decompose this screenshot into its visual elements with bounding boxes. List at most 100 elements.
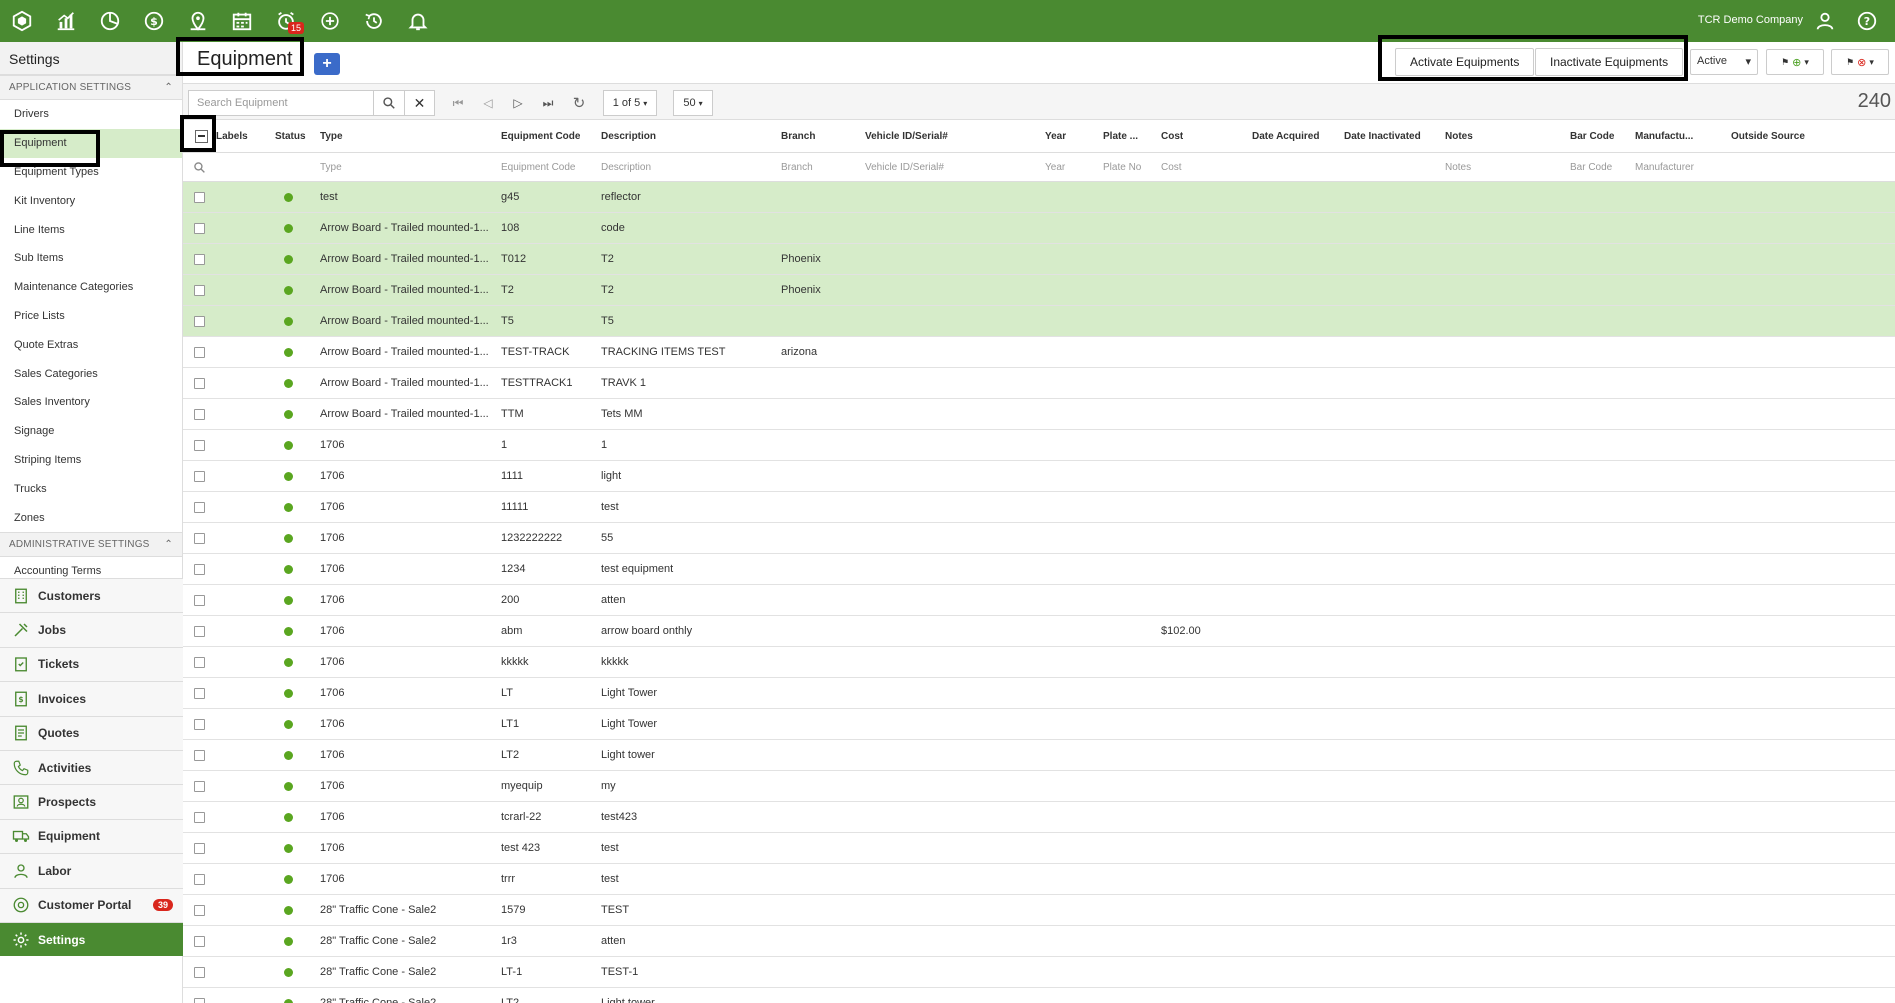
filter-notes[interactable]: Notes [1445, 153, 1525, 181]
module-tickets[interactable]: Tickets [0, 646, 183, 682]
flag-remove-button[interactable]: ⚑ ⊗ ▾ [1831, 49, 1889, 75]
column-header-plate[interactable]: Plate ... [1103, 120, 1138, 152]
column-header-description[interactable]: Description [601, 120, 656, 152]
table-row[interactable]: 1706 tcrarl-22 test423 [183, 802, 1895, 833]
administrative-settings-header[interactable]: ADMINISTRATIVE SETTINGS ⌃ [0, 531, 182, 557]
filter-manufacturer[interactable]: Manufacturer [1635, 153, 1715, 181]
table-row[interactable]: 1706 200 atten [183, 585, 1895, 616]
column-header-type[interactable]: Type [320, 120, 343, 152]
history-icon[interactable] [352, 0, 396, 42]
user-icon[interactable] [1803, 0, 1847, 42]
activate-equipments-button[interactable]: Activate Equipments [1395, 48, 1535, 76]
sidebar-item-striping-items[interactable]: Striping Items [0, 446, 182, 475]
help-icon[interactable]: ? [1845, 0, 1889, 42]
row-checkbox[interactable] [194, 244, 205, 274]
table-row[interactable]: 1706 1232222222 55 [183, 523, 1895, 554]
module-customers[interactable]: Customers [0, 578, 183, 613]
next-page-button[interactable]: ▷ [506, 90, 530, 116]
sidebar-item-sub-items[interactable]: Sub Items [0, 244, 182, 273]
table-row[interactable]: Arrow Board - Trailed mounted-1... TESTTR… [183, 368, 1895, 399]
table-row[interactable]: 1706 kkkkk kkkkk [183, 647, 1895, 678]
sidebar-item-quote-extras[interactable]: Quote Extras [0, 330, 182, 359]
row-checkbox[interactable] [194, 461, 205, 491]
row-checkbox[interactable] [194, 554, 205, 584]
column-header-year[interactable]: Year [1045, 120, 1066, 152]
table-row[interactable]: 1706 trrr test [183, 864, 1895, 895]
column-header-vehicle-id-serial[interactable]: Vehicle ID/Serial# [865, 120, 948, 152]
inactivate-equipments-button[interactable]: Inactivate Equipments [1535, 48, 1684, 76]
row-checkbox[interactable] [194, 399, 205, 429]
row-checkbox[interactable] [194, 275, 205, 305]
filter-type[interactable]: Type [320, 153, 400, 181]
select-all-checkbox[interactable] [195, 120, 208, 152]
table-row[interactable]: 1706 1234 test equipment [183, 554, 1895, 585]
module-invoices[interactable]: $ Invoices [0, 681, 183, 716]
filter-branch[interactable]: Branch [781, 153, 861, 181]
sidebar-item-maintenance-categories[interactable]: Maintenance Categories [0, 273, 182, 302]
page-size-select[interactable]: 50 ▾ [673, 90, 713, 116]
row-checkbox[interactable] [194, 430, 205, 460]
flag-add-button[interactable]: ⚑ ⊕ ▾ [1766, 49, 1824, 75]
table-row[interactable]: Arrow Board - Trailed mounted-1... T5 T5 [183, 306, 1895, 337]
table-row[interactable]: test g45 reflector [183, 182, 1895, 213]
sidebar-item-kit-inventory[interactable]: Kit Inventory [0, 186, 182, 215]
table-row[interactable]: Arrow Board - Trailed mounted-1... TEST-T… [183, 337, 1895, 368]
module-activities[interactable]: Activities [0, 749, 183, 785]
prev-page-button[interactable]: ◁ [476, 90, 500, 116]
application-settings-header[interactable]: APPLICATION SETTINGS ⌃ [0, 75, 182, 100]
add-equipment-button[interactable]: + [314, 53, 340, 75]
column-header-bar-code[interactable]: Bar Code [1570, 120, 1614, 152]
table-row[interactable]: Arrow Board - Trailed mounted-1... T2 T2 Ph… [183, 275, 1895, 306]
row-checkbox[interactable] [194, 492, 205, 522]
module-customer-portal[interactable]: Customer Portal 39 [0, 887, 183, 922]
filter-cost[interactable]: Cost [1161, 153, 1241, 181]
row-checkbox[interactable] [194, 895, 205, 925]
map-pin-icon[interactable] [176, 0, 220, 42]
last-page-button[interactable]: ⏭ [536, 90, 560, 116]
alarm-clock-icon[interactable]: 15 [264, 0, 308, 42]
module-equipment[interactable]: Equipment [0, 818, 183, 854]
search-button[interactable] [373, 90, 405, 116]
table-row[interactable]: 1706 LT Light Tower [183, 678, 1895, 709]
table-row[interactable]: 28" Traffic Cone - Sale2 LT-1 TEST-1 [183, 957, 1895, 988]
row-checkbox[interactable] [194, 523, 205, 553]
table-row[interactable]: 1706 myequip my [183, 771, 1895, 802]
table-row[interactable]: Arrow Board - Trailed mounted-1... 108 cod… [183, 213, 1895, 244]
table-row[interactable]: 1706 LT1 Light Tower [183, 709, 1895, 740]
table-row[interactable]: Arrow Board - Trailed mounted-1... T012 T2… [183, 244, 1895, 275]
table-row[interactable]: 1706 LT2 Light tower [183, 740, 1895, 771]
sidebar-item-zones[interactable]: Zones [0, 503, 182, 532]
company-name[interactable]: TCR Demo Company [1698, 14, 1803, 26]
filter-vehicle-id-serial-[interactable]: Vehicle ID/Serial# [865, 153, 945, 181]
row-checkbox[interactable] [194, 306, 205, 336]
table-row[interactable]: 1706 1 1 [183, 430, 1895, 461]
row-checkbox[interactable] [194, 585, 205, 615]
table-row[interactable]: 28" Traffic Cone - Sale2 LT2 Light tower [183, 988, 1895, 1003]
filter-description[interactable]: Description [601, 153, 681, 181]
row-checkbox[interactable] [194, 709, 205, 739]
row-checkbox[interactable] [194, 957, 205, 987]
sidebar-item-equipment-types[interactable]: Equipment Types [0, 158, 182, 187]
row-checkbox[interactable] [194, 368, 205, 398]
search-input[interactable]: Search Equipment [188, 90, 374, 116]
module-labor[interactable]: Labor [0, 853, 183, 888]
sidebar-item-line-items[interactable]: Line Items [0, 215, 182, 244]
sidebar-item-signage[interactable]: Signage [0, 417, 182, 446]
table-row[interactable]: Arrow Board - Trailed mounted-1... TTM Tet… [183, 399, 1895, 430]
row-checkbox[interactable] [194, 833, 205, 863]
table-row[interactable]: 1706 11111 test [183, 492, 1895, 523]
add-circle-icon[interactable] [308, 0, 352, 42]
row-checkbox[interactable] [194, 337, 205, 367]
module-quotes[interactable]: Quotes [0, 715, 183, 750]
clear-search-button[interactable]: ✕ [404, 90, 435, 116]
app-logo-icon[interactable] [0, 0, 44, 42]
row-checkbox[interactable] [194, 771, 205, 801]
sidebar-item-drivers[interactable]: Drivers [0, 100, 182, 129]
table-row[interactable]: 1706 test 423 test [183, 833, 1895, 864]
column-header-outside-source[interactable]: Outside Source [1731, 120, 1805, 152]
row-checkbox[interactable] [194, 616, 205, 646]
sidebar-item-sales-categories[interactable]: Sales Categories [0, 359, 182, 388]
column-header-manufactu[interactable]: Manufactu... [1635, 120, 1693, 152]
sidebar-item-price-lists[interactable]: Price Lists [0, 302, 182, 331]
column-header-notes[interactable]: Notes [1445, 120, 1473, 152]
